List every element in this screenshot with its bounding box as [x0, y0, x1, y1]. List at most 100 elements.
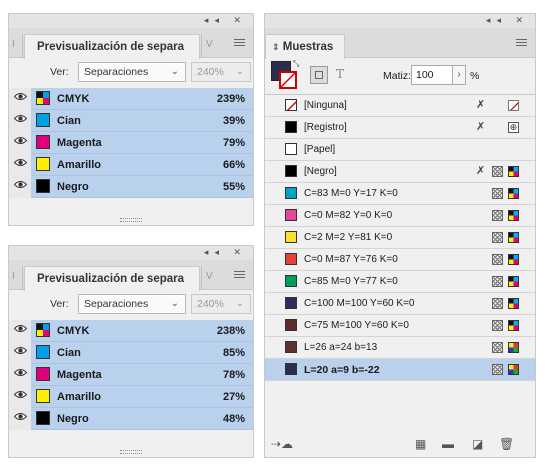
- cloud-library-icon[interactable]: ⇢☁: [271, 437, 293, 451]
- swatch-row[interactable]: L=20 a=9 b=-22: [265, 359, 535, 381]
- chevron-down-icon: ⌄: [235, 298, 244, 309]
- swatch-row[interactable]: [Ninguna] ✗: [265, 95, 535, 117]
- view-select[interactable]: Separaciones ⌄: [78, 62, 186, 82]
- separation-row[interactable]: Amarillo 27%: [9, 386, 253, 408]
- eye-icon[interactable]: [9, 132, 31, 154]
- swatch-row[interactable]: [Papel]: [265, 139, 535, 161]
- eye-icon[interactable]: [9, 88, 31, 110]
- separations-list: CMYK 238% Cian 85% Magenta 78% Amarillo 27% Negr…: [9, 320, 253, 430]
- separation-row[interactable]: Negro 55%: [9, 176, 253, 198]
- swatch-chip: [285, 99, 297, 111]
- swatch-row[interactable]: L=26 a=24 b=13: [265, 337, 535, 359]
- tab-separations-preview[interactable]: Previsualización de separa: [24, 34, 200, 59]
- ink-name: CMYK: [57, 325, 90, 337]
- process-color-icon: [492, 298, 503, 309]
- none-slash-icon: [281, 73, 295, 87]
- swatch-name: C=2 M=2 Y=81 K=0: [304, 232, 393, 243]
- cmyk-mode-icon: [508, 320, 519, 331]
- zoom-value: 240%: [197, 66, 224, 78]
- formatting-container-button[interactable]: [310, 66, 328, 84]
- resize-grip[interactable]: [120, 450, 142, 454]
- ink-coverage: 78%: [222, 369, 245, 381]
- eye-icon[interactable]: [9, 408, 31, 430]
- swatch-row[interactable]: C=0 M=87 Y=76 K=0: [265, 249, 535, 271]
- swatch-row[interactable]: C=0 M=82 Y=0 K=0: [265, 205, 535, 227]
- tint-arrow-button[interactable]: ›: [452, 65, 466, 85]
- fill-stroke-widget[interactable]: ⤡: [271, 59, 301, 91]
- ink-name: Magenta: [57, 137, 102, 149]
- ink-swatch: [36, 91, 50, 105]
- eye-icon[interactable]: [9, 386, 31, 408]
- panel-menu-icon[interactable]: [234, 271, 245, 280]
- swap-icon[interactable]: ⤡: [293, 59, 299, 69]
- swatch-row[interactable]: C=83 M=0 Y=17 K=0: [265, 183, 535, 205]
- tint-unit: %: [470, 70, 480, 82]
- ink-name: Negro: [57, 181, 89, 193]
- eye-icon[interactable]: [9, 364, 31, 386]
- cmyk-mode-icon: [508, 276, 519, 287]
- ink-coverage: 238%: [216, 325, 245, 337]
- trash-icon[interactable]: 🗑: [499, 437, 514, 451]
- stroke-swatch[interactable]: [279, 71, 297, 89]
- cmyk-mode-icon: [508, 298, 519, 309]
- panel-menu-icon[interactable]: [234, 39, 245, 48]
- swatch-row[interactable]: C=2 M=2 Y=81 K=0: [265, 227, 535, 249]
- ink-coverage: 66%: [222, 159, 245, 171]
- chevron-down-icon: ⌄: [170, 298, 179, 309]
- collapse-close-controls[interactable]: ◂◂ ✕: [204, 247, 247, 258]
- separation-row[interactable]: Magenta 78%: [9, 364, 253, 386]
- separation-row-body: Magenta 78%: [31, 364, 253, 386]
- separation-row[interactable]: CMYK 238%: [9, 320, 253, 342]
- eye-icon[interactable]: [9, 154, 31, 176]
- collapse-close-controls[interactable]: ◂◂ ✕: [204, 15, 247, 26]
- swatch-row[interactable]: [Registro] ✗ ⊕: [265, 117, 535, 139]
- panel-menu-icon[interactable]: [516, 39, 527, 48]
- view-select-value: Separaciones: [84, 298, 149, 310]
- tab-separations-preview[interactable]: Previsualización de separa: [24, 266, 200, 291]
- tab-stub-left[interactable]: I: [9, 34, 23, 58]
- ink-name: Amarillo: [57, 159, 102, 171]
- eye-icon[interactable]: [9, 342, 31, 364]
- separation-row[interactable]: Cian 39%: [9, 110, 253, 132]
- separation-row[interactable]: Amarillo 66%: [9, 154, 253, 176]
- swatch-row[interactable]: C=85 M=0 Y=77 K=0: [265, 271, 535, 293]
- swatch-row[interactable]: C=75 M=100 Y=60 K=0: [265, 315, 535, 337]
- formatting-text-button[interactable]: T: [336, 67, 344, 81]
- separation-row[interactable]: Magenta 79%: [9, 132, 253, 154]
- tab-swatches[interactable]: ⇕ Muestras: [265, 34, 345, 59]
- swatch-chip: [285, 275, 297, 287]
- separation-row[interactable]: CMYK 239%: [9, 88, 253, 110]
- swatch-chip: [285, 143, 297, 155]
- view-label: Ver:: [50, 298, 69, 310]
- tab-swatches-label: Muestras: [282, 41, 334, 53]
- new-swatch-icon[interactable]: ◪: [472, 437, 483, 451]
- process-color-icon: [492, 188, 503, 199]
- tint-input[interactable]: 100: [411, 65, 453, 85]
- separation-row-body: CMYK 238%: [31, 320, 253, 342]
- eye-icon[interactable]: [9, 110, 31, 132]
- swatch-row[interactable]: C=100 M=100 Y=60 K=0: [265, 293, 535, 315]
- view-select[interactable]: Separaciones ⌄: [78, 294, 186, 314]
- tab-stub-right[interactable]: V: [201, 266, 215, 290]
- eye-icon[interactable]: [9, 320, 31, 342]
- resize-grip[interactable]: [120, 218, 142, 222]
- eye-icon[interactable]: [9, 176, 31, 198]
- folder-icon[interactable]: ▬: [442, 437, 454, 451]
- show-swatches-icon[interactable]: ▦: [415, 437, 426, 451]
- separation-row[interactable]: Cian 85%: [9, 342, 253, 364]
- collapse-close-controls[interactable]: ◂◂ ✕: [486, 15, 529, 26]
- ink-name: Negro: [57, 413, 89, 425]
- tab-stub-right[interactable]: V: [201, 34, 215, 58]
- view-row: Ver: Separaciones ⌄ 240% ⌄: [9, 58, 253, 86]
- swatch-name: [Ninguna]: [304, 100, 347, 111]
- swatch-chip: [285, 363, 297, 375]
- non-editable-icon: ✗: [476, 99, 486, 111]
- ink-swatch: [36, 135, 50, 149]
- separations-list: CMYK 239% Cian 39% Magenta 79% Amarillo 66% Negr…: [9, 88, 253, 198]
- tab-stub-left[interactable]: I: [9, 266, 23, 290]
- swatch-row[interactable]: [Negro] ✗: [265, 161, 535, 183]
- ink-swatch: [36, 157, 50, 171]
- separation-row[interactable]: Negro 48%: [9, 408, 253, 430]
- ink-coverage: 55%: [222, 181, 245, 193]
- separation-row-body: Cian 85%: [31, 342, 253, 364]
